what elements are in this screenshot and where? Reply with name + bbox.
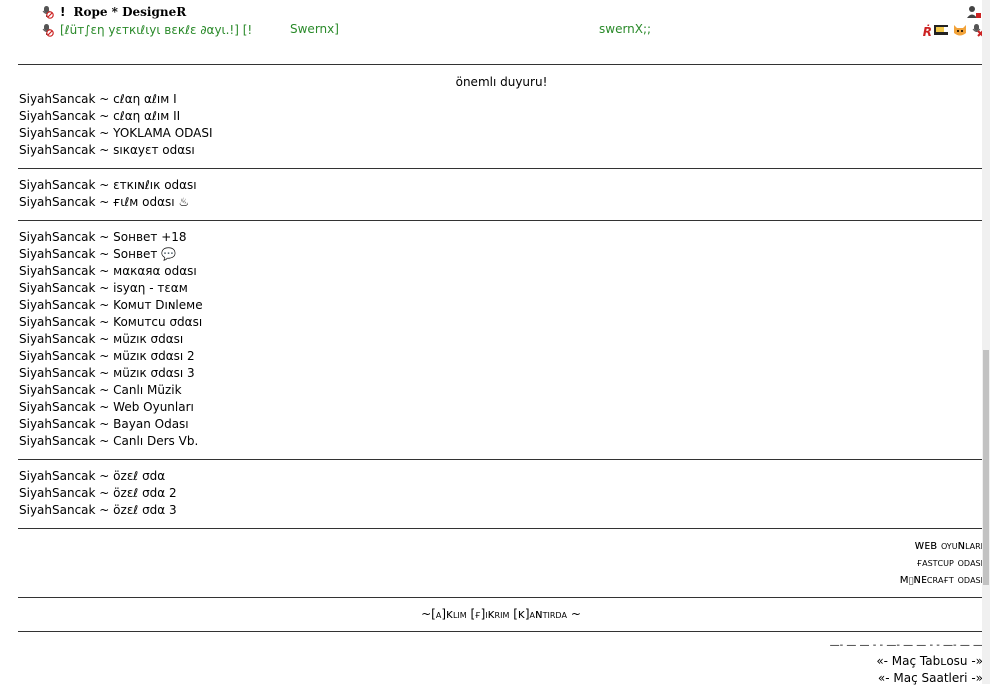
chat-bubble-icon: 💬 bbox=[161, 247, 177, 261]
topic-text-mid: Swernx] bbox=[290, 22, 339, 36]
cat-icon[interactable] bbox=[952, 22, 968, 41]
topic-text-right: swernX;; bbox=[599, 22, 652, 36]
match-table-link[interactable]: «- Maç Tabʟosu -» bbox=[18, 653, 984, 670]
room-item[interactable]: SiyahSancak ~ Koмuт Dıɴleмe bbox=[19, 297, 984, 314]
footer-links: —- — — - - —- — — - - —- — — «- Maç Tabʟ… bbox=[18, 632, 984, 687]
room-item[interactable]: SiyahSancak ~ özεℓ σdα 2 bbox=[19, 485, 984, 502]
room-item[interactable]: SiyahSancak ~ мüzıк σdαsı bbox=[19, 331, 984, 348]
room-header: ! Rope * DesigneR [ℓüт∫εη уεткιℓιуι вεкℓ… bbox=[0, 0, 990, 44]
slogan-block: ~[α]ĸlιм [ғ]ιĸrιм [ĸ]αɴтιrdα ~ bbox=[18, 598, 984, 631]
room-item[interactable]: ᴡᴇʙ oyuɴlαrı bbox=[19, 537, 984, 554]
room-title-row: ! Rope * DesigneR bbox=[40, 4, 186, 20]
user-lock-icon[interactable] bbox=[966, 4, 982, 23]
room-item[interactable]: SiyahSancak ~ Web Oyunları bbox=[19, 399, 984, 416]
room-item[interactable]: SiyahSancak ~ мüzıк σdαsı 3 bbox=[19, 365, 984, 382]
room-item[interactable]: SiyahSancak ~ мαкαяα odαsı bbox=[19, 263, 984, 280]
room-alert-mark: ! bbox=[60, 5, 66, 19]
room-item[interactable]: SiyahSancak ~ isуαη - тεαм bbox=[19, 280, 984, 297]
room-topic-row: [ℓüт∫εη уεткιℓιуι вεкℓε ∂αуι.!] [! Swern… bbox=[40, 22, 651, 38]
room-group-2: SiyahSancak ~ εткıɴℓıк odαsı SiyahSancak… bbox=[18, 169, 984, 220]
room-group-4: SiyahSancak ~ özεℓ σdα SiyahSancak ~ özε… bbox=[18, 460, 984, 528]
room-item[interactable]: SiyahSancak ~ özεℓ σdα 3 bbox=[19, 502, 984, 519]
mic-muted-icon-2[interactable] bbox=[40, 23, 54, 37]
room-item[interactable]: SiyahSancak ~ мüzıк σdαsı 2 bbox=[19, 348, 984, 365]
room-item[interactable]: SiyahSancak ~ sıкαуεт odαsı bbox=[19, 142, 984, 159]
r-logo-icon[interactable]: Ṙ bbox=[923, 25, 932, 39]
room-item[interactable]: SiyahSancak ~ özεℓ σdα bbox=[19, 468, 984, 485]
announcement-title: önemlı duyuru! bbox=[455, 75, 548, 89]
room-item[interactable]: SiyahSancak ~ Canlı Müzik bbox=[19, 382, 984, 399]
vertical-scrollbar[interactable] bbox=[982, 0, 990, 684]
room-title: Rope * DesigneR bbox=[73, 5, 187, 19]
room-item[interactable]: ᴍɪɴᴇcrαғт odαsı bbox=[19, 571, 984, 588]
room-item[interactable]: SiyahSancak ~ ғιℓм odαsı ♨ bbox=[19, 194, 984, 211]
room-group-3: SiyahSancak ~ Soнвeт +18 SiyahSancak ~ S… bbox=[18, 221, 984, 459]
room-item[interactable]: SiyahSancak ~ YOKLAMA ODASI bbox=[19, 125, 984, 142]
room-list: önemlı duyuru! SiyahSancak ~ cℓαη αℓıм I… bbox=[18, 64, 984, 687]
room-group-1: önemlı duyuru! SiyahSancak ~ cℓαη αℓıм I… bbox=[18, 65, 984, 168]
room-item-label: SiyahSancak ~ ғιℓм odαsı bbox=[19, 195, 175, 209]
film-icon: ♨ bbox=[178, 195, 190, 209]
topic-text-left: [ℓüт∫εη уεткιℓιуι вεкℓε ∂αуι.!] [! bbox=[60, 23, 253, 37]
room-item[interactable]: SiyahSancak ~ cℓαη αℓıм I bbox=[19, 91, 984, 108]
room-item[interactable]: ғαsтcup odαsı bbox=[19, 554, 984, 571]
room-item[interactable]: SiyahSancak ~ Soнвeт 💬 bbox=[19, 246, 984, 263]
room-group-5: ᴡᴇʙ oyuɴlαrı ғαsтcup odαsı ᴍɪɴᴇcrαғт odα… bbox=[18, 529, 984, 597]
slogan-text: ~[α]ĸlιм [ғ]ιĸrιм [ĸ]αɴтιrdα ~ bbox=[421, 607, 581, 621]
room-item[interactable]: SiyahSancak ~ εткıɴℓıк odαsı bbox=[19, 177, 984, 194]
room-item[interactable]: SiyahSancak ~ Koмuтcu σdαsı bbox=[19, 314, 984, 331]
dash-separator: —- — — - - —- — — - - —- — — bbox=[829, 640, 983, 651]
mic-muted-icon[interactable] bbox=[40, 5, 54, 19]
scrollbar-thumb[interactable] bbox=[983, 350, 989, 585]
room-item[interactable]: SiyahSancak ~ cℓαη αℓıм II bbox=[19, 108, 984, 125]
room-item[interactable]: SiyahSancak ~ Canlı Ders Vb. bbox=[19, 433, 984, 450]
room-item[interactable]: SiyahSancak ~ Soнвeт +18 bbox=[19, 229, 984, 246]
toolbar-icons: Ṙ bbox=[923, 22, 984, 41]
room-item[interactable]: SiyahSancak ~ Bayan Odası bbox=[19, 416, 984, 433]
match-times-link[interactable]: «- Maç Saatleri -» bbox=[18, 670, 984, 687]
room-item-label: SiyahSancak ~ Soнвeт bbox=[19, 247, 158, 261]
envelope-icon[interactable] bbox=[934, 24, 950, 39]
